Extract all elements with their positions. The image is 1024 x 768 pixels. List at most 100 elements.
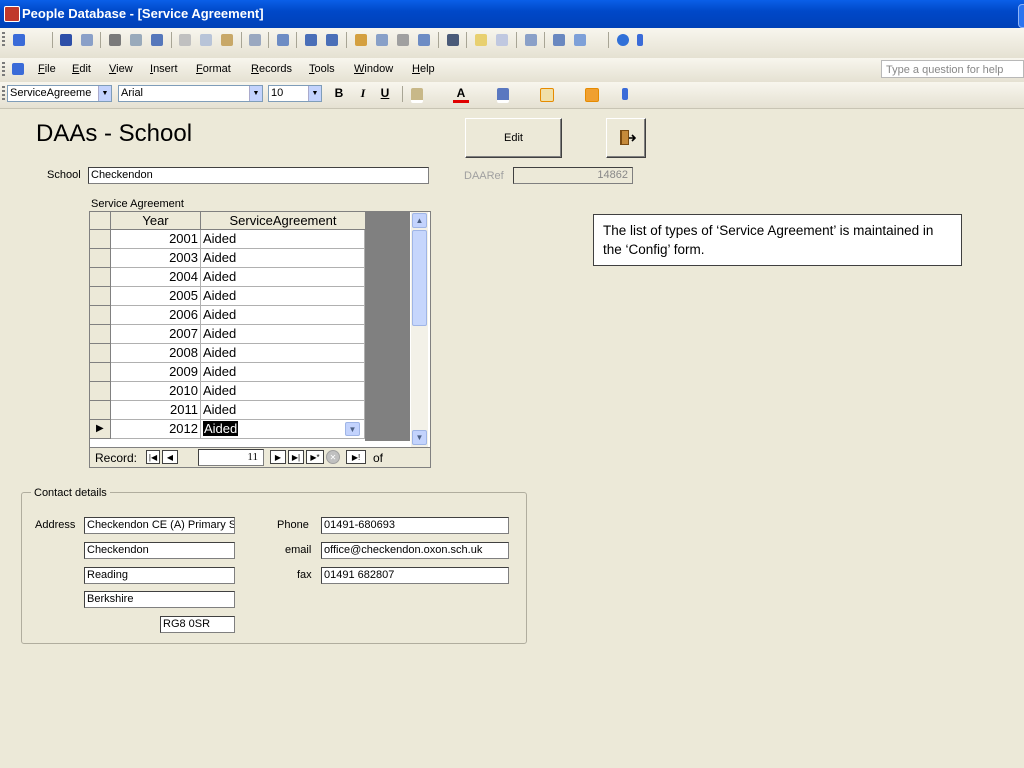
new-object-icon[interactable] <box>571 31 589 49</box>
menu-format[interactable]: Format <box>196 63 231 75</box>
chevron-down-icon[interactable]: ▼ <box>308 86 321 101</box>
table-row[interactable]: 2005 Aided <box>90 287 365 306</box>
edit-button[interactable]: Edit <box>465 118 562 158</box>
scroll-up-icon[interactable]: ▲ <box>412 213 427 228</box>
filter-record-button[interactable]: ▶! <box>346 450 366 464</box>
agreement-cell[interactable]: Aided <box>201 268 365 287</box>
agreement-cell[interactable]: Aided <box>201 230 365 249</box>
filter-by-form-icon[interactable] <box>373 31 391 49</box>
table-row[interactable]: ▶ 2012 Aided ▼ <box>90 420 365 439</box>
year-cell[interactable]: 2011 <box>111 401 201 420</box>
year-cell[interactable]: 2001 <box>111 230 201 249</box>
underline-button[interactable]: U <box>377 86 393 100</box>
first-record-button[interactable]: |◀ <box>146 450 160 464</box>
year-cell[interactable]: 2009 <box>111 363 201 382</box>
menu-tools[interactable]: Tools <box>309 63 335 75</box>
fax-field[interactable]: 01491 682807 <box>321 567 509 584</box>
menu-file[interactable]: File <box>38 63 56 75</box>
fill-color-icon[interactable] <box>408 85 426 103</box>
new-record-button[interactable]: ▶* <box>306 450 324 464</box>
agreement-cell[interactable]: Aided <box>201 325 365 344</box>
row-selector-header[interactable] <box>90 212 111 230</box>
chevron-down-icon[interactable]: ▼ <box>249 86 262 101</box>
toolbar-grip[interactable] <box>2 32 5 48</box>
window-controls[interactable] <box>1018 4 1024 28</box>
form-window-icon[interactable] <box>9 60 27 78</box>
chevron-down-icon[interactable]: ▼ <box>345 422 360 436</box>
delete-record-icon[interactable] <box>493 31 511 49</box>
address-line-2[interactable]: Checkendon <box>84 542 235 559</box>
agreement-cell[interactable]: Aided <box>201 344 365 363</box>
address-line-3[interactable]: Reading <box>84 567 235 584</box>
service-agreement-grid[interactable]: Year ServiceAgreement 2001 Aided 2003 Aided… <box>89 211 431 468</box>
table-row[interactable]: 2006 Aided <box>90 306 365 325</box>
email-field[interactable]: office@checkendon.oxon.sch.uk <box>321 542 509 559</box>
next-record-button[interactable]: ▶ <box>270 450 286 464</box>
scroll-down-icon[interactable]: ▼ <box>412 430 427 445</box>
address-line-4[interactable]: Berkshire <box>84 591 235 608</box>
row-selector[interactable] <box>90 306 111 325</box>
address-line-1[interactable]: Checkendon CE (A) Primary S <box>84 517 235 534</box>
year-cell[interactable]: 2004 <box>111 268 201 287</box>
year-cell[interactable]: 2007 <box>111 325 201 344</box>
new-record-icon[interactable] <box>472 31 490 49</box>
last-record-button[interactable]: ▶| <box>288 450 304 464</box>
toolbar-options-icon[interactable] <box>635 31 645 49</box>
apply-filter-icon[interactable] <box>394 31 412 49</box>
year-cell[interactable]: 2010 <box>111 382 201 401</box>
delete-icon[interactable]: ✕ <box>326 450 340 464</box>
table-row[interactable]: 2011 Aided <box>90 401 365 420</box>
view-icon[interactable] <box>10 31 28 49</box>
copy-icon[interactable] <box>197 31 215 49</box>
menu-records[interactable]: Records <box>251 63 292 75</box>
help-icon[interactable] <box>614 31 632 49</box>
year-cell[interactable]: 2005 <box>111 287 201 306</box>
table-row[interactable]: 2004 Aided <box>90 268 365 287</box>
print-preview-icon[interactable] <box>127 31 145 49</box>
agreement-cell[interactable]: Aided <box>201 401 365 420</box>
year-cell[interactable]: 2003 <box>111 249 201 268</box>
toolbar-grip[interactable] <box>2 86 5 102</box>
agreement-combo-cell[interactable]: Aided ▼ <box>201 420 365 439</box>
line-style-icon[interactable] <box>582 85 600 103</box>
font-select[interactable]: Arial ▼ <box>118 85 263 102</box>
agreement-cell[interactable]: Aided <box>201 382 365 401</box>
row-selector[interactable] <box>90 325 111 344</box>
agreement-cell[interactable]: Aided <box>201 306 365 325</box>
chevron-down-icon[interactable]: ▼ <box>98 86 111 101</box>
table-row[interactable]: 2003 Aided <box>90 249 365 268</box>
row-selector[interactable] <box>90 268 111 287</box>
phone-field[interactable]: 01491-680693 <box>321 517 509 534</box>
year-cell[interactable]: 2008 <box>111 344 201 363</box>
row-selector[interactable] <box>90 344 111 363</box>
previous-record-button[interactable]: ◀ <box>162 450 178 464</box>
school-field[interactable]: Checkendon <box>88 167 429 184</box>
scroll-thumb[interactable] <box>412 230 427 326</box>
search-db-icon[interactable] <box>78 31 96 49</box>
menu-help[interactable]: Help <box>412 63 435 75</box>
sort-descending-icon[interactable] <box>323 31 341 49</box>
menu-view[interactable]: View <box>109 63 133 75</box>
menu-edit[interactable]: Edit <box>72 63 91 75</box>
menubar-grip[interactable] <box>2 62 5 78</box>
table-row[interactable]: 2008 Aided <box>90 344 365 363</box>
table-row[interactable]: 2001 Aided <box>90 230 365 249</box>
hyperlink-icon[interactable] <box>274 31 292 49</box>
row-selector[interactable] <box>90 382 111 401</box>
italic-button[interactable]: I <box>355 86 371 101</box>
agreement-column-header[interactable]: ServiceAgreement <box>201 212 366 230</box>
agreement-cell[interactable]: Aided <box>201 363 365 382</box>
object-select[interactable]: ServiceAgreeme ▼ <box>7 85 112 102</box>
close-form-button[interactable] <box>606 118 646 158</box>
special-effect-icon[interactable] <box>537 85 555 103</box>
vertical-scrollbar[interactable]: ▲ ▼ <box>411 212 428 447</box>
filter-by-selection-icon[interactable] <box>352 31 370 49</box>
cut-icon[interactable] <box>176 31 194 49</box>
agreement-cell[interactable]: Aided <box>201 249 365 268</box>
agreement-cell[interactable]: Aided <box>201 287 365 306</box>
sort-ascending-icon[interactable] <box>302 31 320 49</box>
row-selector[interactable] <box>90 363 111 382</box>
menu-window[interactable]: Window <box>354 63 393 75</box>
table-row[interactable]: 2007 Aided <box>90 325 365 344</box>
font-color-icon[interactable]: A <box>453 86 469 103</box>
